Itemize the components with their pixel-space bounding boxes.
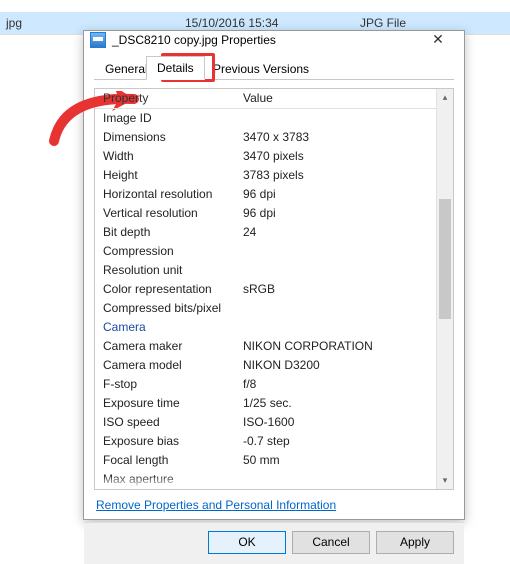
table-row[interactable]: Compression — [95, 242, 436, 261]
cancel-button[interactable]: Cancel — [292, 531, 370, 554]
property-value: 3783 pixels — [235, 166, 436, 185]
header-value: Value — [235, 89, 436, 108]
property-label: Resolution unit — [95, 261, 235, 280]
property-value: 1/25 sec. — [235, 394, 436, 413]
scroll-up-icon[interactable]: ▴ — [437, 89, 453, 106]
apply-button[interactable]: Apply — [376, 531, 454, 554]
table-row[interactable]: Compressed bits/pixel — [95, 299, 436, 318]
table-row[interactable]: F-stopf/8 — [95, 375, 436, 394]
table-row[interactable]: Bit depth24 — [95, 223, 436, 242]
property-value — [235, 242, 436, 261]
titlebar: _DSC8210 copy.jpg Properties ✕ — [84, 31, 464, 48]
table-row[interactable]: Height3783 pixels — [95, 166, 436, 185]
property-label: Exposure bias — [95, 432, 235, 451]
property-label: Bit depth — [95, 223, 235, 242]
header-property: Property — [95, 89, 235, 108]
button-row: OK Cancel Apply — [84, 522, 464, 564]
property-label: Horizontal resolution — [95, 185, 235, 204]
image-file-icon — [90, 32, 106, 48]
section-camera: Camera — [95, 318, 436, 337]
tab-previous-versions[interactable]: Previous Versions — [202, 57, 320, 79]
property-label: Image ID — [95, 109, 235, 128]
table-row[interactable]: Exposure bias-0.7 step — [95, 432, 436, 451]
property-value: 24 — [235, 223, 436, 242]
property-value — [235, 109, 436, 128]
properties-list: Property Value Image IDDimensions3470 x … — [94, 88, 454, 490]
dialog-title: _DSC8210 copy.jpg Properties — [112, 33, 418, 47]
table-row[interactable]: Focal length50 mm — [95, 451, 436, 470]
property-value — [235, 470, 436, 489]
table-row[interactable]: Vertical resolution96 dpi — [95, 204, 436, 223]
property-value: NIKON D3200 — [235, 356, 436, 375]
tab-details[interactable]: Details — [146, 56, 205, 80]
property-value: ISO-1600 — [235, 413, 436, 432]
table-row[interactable]: Dimensions3470 x 3783 — [95, 128, 436, 147]
table-row[interactable]: Width3470 pixels — [95, 147, 436, 166]
close-button[interactable]: ✕ — [418, 31, 458, 48]
property-label: Vertical resolution — [95, 204, 235, 223]
property-value: -0.7 step — [235, 432, 436, 451]
property-value: 3470 x 3783 — [235, 128, 436, 147]
bg-filename: jpg — [6, 16, 22, 30]
property-label: Compression — [95, 242, 235, 261]
property-label: Width — [95, 147, 235, 166]
property-label: Focal length — [95, 451, 235, 470]
table-row[interactable]: Max aperture — [95, 470, 436, 489]
property-label: F-stop — [95, 375, 235, 394]
table-row[interactable]: Exposure time1/25 sec. — [95, 394, 436, 413]
property-value: sRGB — [235, 280, 436, 299]
remove-properties-link[interactable]: Remove Properties and Personal Informati… — [94, 490, 454, 514]
property-value — [235, 261, 436, 280]
property-value: 96 dpi — [235, 185, 436, 204]
property-value: NIKON CORPORATION — [235, 337, 436, 356]
table-row[interactable]: Resolution unit — [95, 261, 436, 280]
table-row[interactable]: Camera makerNIKON CORPORATION — [95, 337, 436, 356]
property-value: 50 mm — [235, 451, 436, 470]
table-row[interactable]: Camera modelNIKON D3200 — [95, 356, 436, 375]
section-camera-label: Camera — [95, 318, 436, 337]
tabs-wrap: General Details Previous Versions — [84, 48, 464, 80]
scroll-thumb[interactable] — [439, 199, 451, 319]
property-value: f/8 — [235, 375, 436, 394]
property-label: ISO speed — [95, 413, 235, 432]
property-label: Height — [95, 166, 235, 185]
table-header: Property Value — [95, 89, 436, 108]
table-row[interactable]: Color representationsRGB — [95, 280, 436, 299]
property-value: 96 dpi — [235, 204, 436, 223]
ok-button[interactable]: OK — [208, 531, 286, 554]
property-value: 3470 pixels — [235, 147, 436, 166]
property-label: Max aperture — [95, 470, 235, 489]
table-row[interactable]: Image ID — [95, 109, 436, 128]
property-label: Camera maker — [95, 337, 235, 356]
property-label: Color representation — [95, 280, 235, 299]
tab-strip: General Details Previous Versions — [94, 56, 454, 80]
property-label: Compressed bits/pixel — [95, 299, 235, 318]
property-label: Exposure time — [95, 394, 235, 413]
scrollbar-vertical[interactable]: ▴ ▾ — [436, 89, 453, 489]
properties-dialog: _DSC8210 copy.jpg Properties ✕ General D… — [83, 30, 465, 520]
properties-table: Property Value — [95, 89, 436, 109]
property-label: Camera model — [95, 356, 235, 375]
property-value — [235, 299, 436, 318]
table-row[interactable]: Horizontal resolution96 dpi — [95, 185, 436, 204]
properties-scroll-area[interactable]: Property Value Image IDDimensions3470 x … — [95, 89, 436, 489]
table-row[interactable]: ISO speedISO-1600 — [95, 413, 436, 432]
details-body: Property Value Image IDDimensions3470 x … — [84, 80, 464, 522]
property-label: Dimensions — [95, 128, 235, 147]
scroll-down-icon[interactable]: ▾ — [437, 472, 453, 489]
